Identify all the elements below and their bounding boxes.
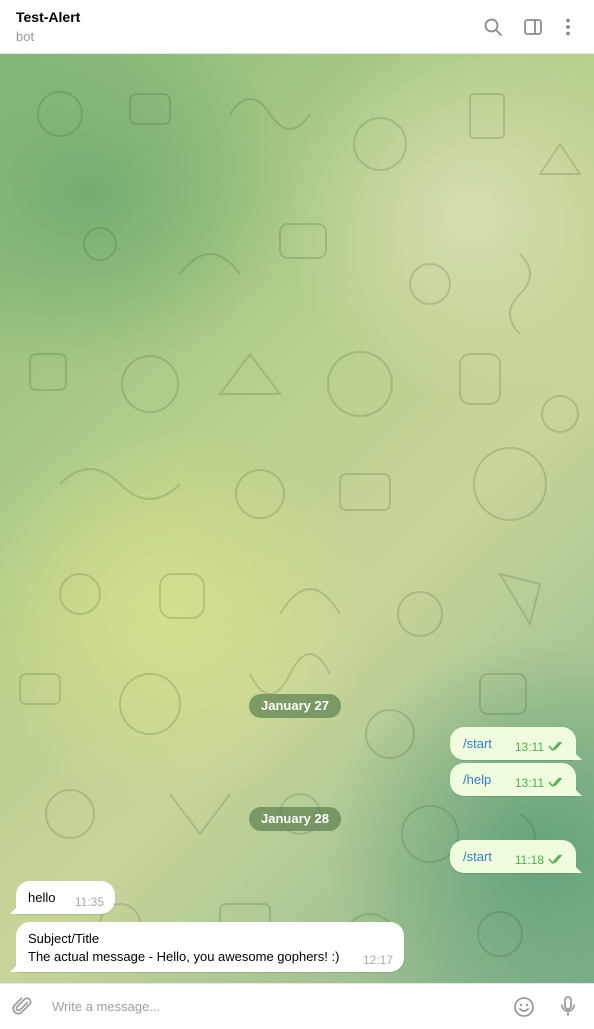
outgoing-message[interactable]: /start 13:11 [450,727,582,760]
outgoing-message[interactable]: /help 13:11 [450,763,582,796]
message-time: 13:11 [514,740,544,754]
message-list[interactable]: January 27 /start 13:11 /help 13:11 Janu… [0,54,594,983]
read-checkmarks-icon [548,777,563,787]
message-time: 11:18 [514,853,544,867]
bot-command-link[interactable]: /help [463,772,491,787]
message-composer [0,983,594,1029]
search-icon[interactable] [481,15,505,39]
message-time: 13:11 [514,776,544,790]
more-vertical-icon[interactable] [556,15,580,39]
message-input[interactable] [52,994,482,1018]
sidebar-toggle-icon[interactable] [521,15,545,39]
microphone-icon[interactable] [556,994,580,1018]
bot-command-link[interactable]: /start [463,736,492,751]
telegram-chat-window: Test-Alert bot January 27 /start 13:11 /… [0,0,594,1029]
incoming-message[interactable]: Subject/Title The actual message - Hello… [10,922,404,972]
message-body: The actual message - Hello, you awesome … [28,949,340,964]
message-text: hello [28,890,56,905]
message-subject: Subject/Title [28,931,100,946]
bot-command-link[interactable]: /start [463,849,492,864]
emoji-icon[interactable] [512,995,536,1019]
message-time: 11:35 [74,895,104,909]
date-separator: January 27 [249,694,341,718]
chat-header: Test-Alert bot [0,0,594,54]
chat-subtitle: bot [16,29,35,44]
outgoing-message[interactable]: /start 11:18 [450,840,582,873]
read-checkmarks-icon [548,854,563,864]
date-separator: January 28 [249,807,341,831]
message-time: 12:17 [362,953,393,967]
read-checkmarks-icon [548,741,563,751]
incoming-message[interactable]: hello 11:35 [10,881,115,914]
attach-icon[interactable] [11,995,35,1019]
chat-title[interactable]: Test-Alert [16,9,80,25]
